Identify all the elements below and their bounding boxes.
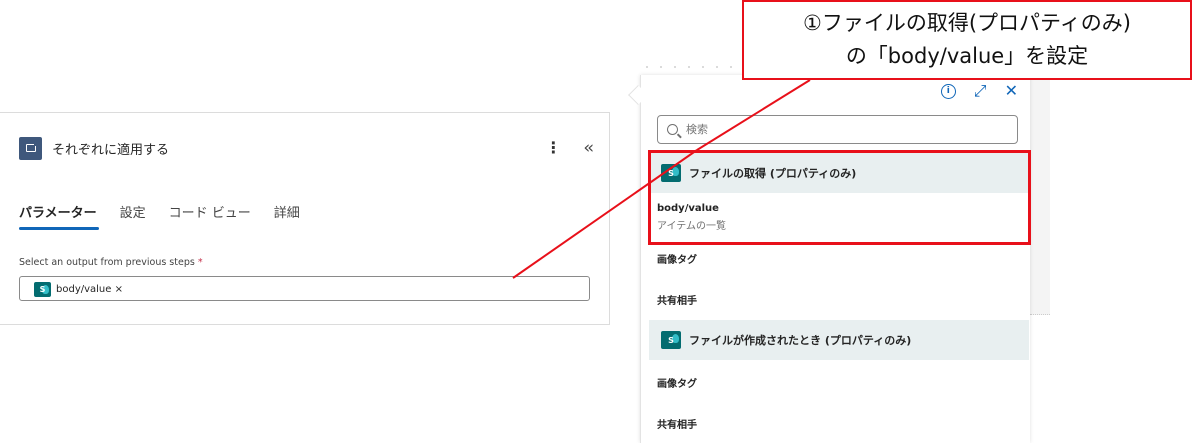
item-name: 共有相手	[657, 296, 697, 307]
callout-line-2: の「body/value」を設定	[845, 44, 1089, 68]
tab-settings[interactable]: 設定	[120, 202, 146, 221]
token-label: body/value ×	[56, 283, 123, 295]
required-mark: *	[197, 257, 203, 268]
list-item-body-value[interactable]: body/value アイテムの一覧	[657, 203, 726, 232]
card-title: それぞれに適用する	[52, 142, 170, 158]
list-item-image-tags[interactable]: 画像タグ	[657, 375, 697, 390]
list-item-shared-with[interactable]: 共有相手	[657, 416, 697, 431]
sharepoint-icon: S	[34, 281, 51, 297]
screenshot-stage: それぞれに適用する ⋮ ‹‹ パラメーター 設定 コード ビュー 詳細 Sele…	[0, 0, 1200, 443]
item-name: 共有相手	[657, 420, 697, 431]
collapse-panel-icon[interactable]: ‹‹	[583, 138, 593, 158]
tab-code-view[interactable]: コード ビュー	[169, 202, 251, 221]
item-name: 画像タグ	[657, 255, 697, 266]
list-item-image-tags[interactable]: 画像タグ	[657, 251, 697, 266]
item-name: body/value	[657, 203, 719, 214]
info-icon[interactable]: i	[940, 83, 956, 99]
group-header-get-files[interactable]: S ファイルの取得 (プロパティのみ)	[649, 153, 1029, 193]
body-value-token[interactable]: S body/value ×	[34, 281, 123, 297]
loop-icon	[19, 136, 42, 160]
output-select-input[interactable]: S body/value ×	[19, 276, 590, 301]
expand-icon[interactable]: ⤢	[974, 83, 987, 99]
canvas-edge	[1030, 75, 1050, 315]
sharepoint-icon: S	[661, 164, 681, 182]
annotation-callout: ①ファイルの取得(プロパティのみ) の「body/value」を設定	[742, 0, 1192, 80]
group-title: ファイルの取得 (プロパティのみ)	[689, 167, 857, 180]
group-header-file-created[interactable]: S ファイルが作成されたとき (プロパティのみ)	[649, 320, 1029, 360]
apply-to-each-card: それぞれに適用する ⋮ ‹‹ パラメーター 設定 コード ビュー 詳細 Sele…	[0, 112, 610, 325]
sharepoint-icon: S	[661, 331, 681, 349]
item-description: アイテムの一覧	[657, 221, 726, 232]
group-title: ファイルが作成されたとき (プロパティのみ)	[689, 334, 912, 347]
output-field-label-text: Select an output from previous steps	[19, 257, 195, 268]
search-icon	[667, 124, 678, 135]
search-box[interactable]	[657, 115, 1018, 144]
more-options-icon[interactable]: ⋮	[545, 140, 561, 156]
tab-parameters[interactable]: パラメーター	[19, 202, 99, 230]
item-name: 画像タグ	[657, 379, 697, 390]
search-input[interactable]	[686, 123, 986, 136]
output-field-label: Select an output from previous steps *	[19, 257, 203, 268]
tab-details[interactable]: 詳細	[274, 202, 300, 221]
close-icon[interactable]: ✕	[1005, 83, 1018, 99]
card-header: それぞれに適用する ⋮ ‹‹	[19, 135, 594, 161]
list-item-shared-with[interactable]: 共有相手	[657, 292, 697, 307]
dynamic-content-flyout: i ⤢ ✕ S ファイルの取得 (プロパティのみ) body/value アイテ…	[640, 75, 1030, 443]
tab-bar: パラメーター 設定 コード ビュー 詳細	[19, 202, 323, 230]
callout-line-1: ①ファイルの取得(プロパティのみ)	[803, 11, 1131, 35]
